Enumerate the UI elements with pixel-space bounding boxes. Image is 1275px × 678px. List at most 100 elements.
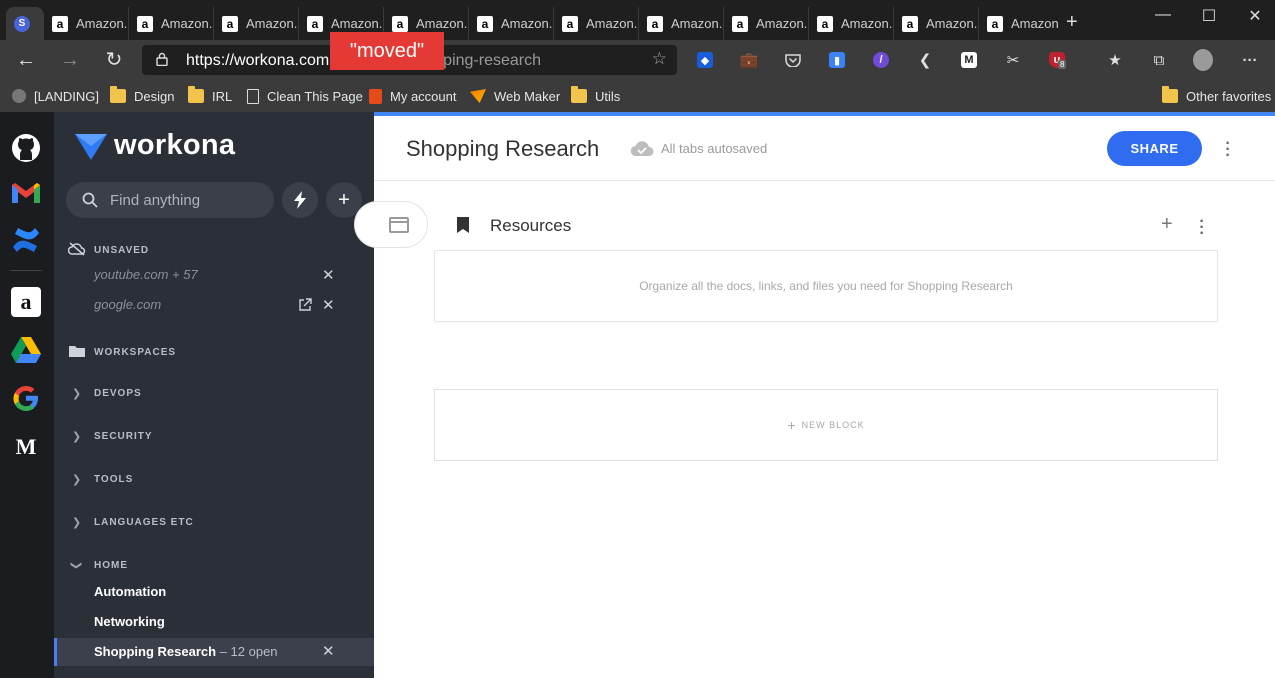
- profile-avatar[interactable]: [1193, 49, 1213, 71]
- google-icon[interactable]: [10, 382, 42, 414]
- amazon-favicon: a: [732, 15, 748, 32]
- forward-button[interactable]: →: [58, 49, 82, 71]
- workspace-networking[interactable]: Networking: [94, 614, 165, 629]
- tab-amazon[interactable]: a Amazon.: [469, 7, 554, 40]
- maximize-button[interactable]: ☐: [1194, 6, 1224, 26]
- chevron-left-ext-icon[interactable]: ❮: [915, 50, 935, 70]
- close-icon[interactable]: ✕: [322, 296, 335, 314]
- bookmark-label: Web Maker: [494, 88, 561, 104]
- chevron-down-icon[interactable]: ❯: [70, 561, 83, 570]
- bookmark-my-account[interactable]: My account: [369, 86, 456, 106]
- webmaker-icon: [470, 89, 486, 103]
- group-tools[interactable]: TOOLS: [94, 474, 133, 485]
- bookmark-label: IRL: [212, 88, 233, 104]
- confluence-icon[interactable]: [10, 224, 42, 256]
- bookmark-irl[interactable]: IRL: [188, 86, 232, 106]
- other-favorites[interactable]: Other favorites: [1162, 86, 1271, 106]
- tab-amazon[interactable]: a Amazon.: [129, 7, 214, 40]
- collections-icon[interactable]: ⧉: [1149, 50, 1169, 70]
- tab-amazon[interactable]: a Amazon.: [639, 7, 724, 40]
- new-block-label: NEW BLOCK: [801, 420, 865, 430]
- bookmark-web-maker[interactable]: Web Maker: [470, 86, 560, 106]
- favorite-star-icon[interactable]: ☆: [652, 49, 667, 69]
- chevron-right-icon[interactable]: ❯: [72, 516, 81, 529]
- tab-amazon[interactable]: a Amazon.: [979, 7, 1059, 40]
- resources-more-icon[interactable]: · · ·: [1197, 214, 1207, 242]
- tab-amazon[interactable]: a Amazon.: [894, 7, 979, 40]
- browser-tabstrip: S a Amazon. a Amazon. a Amazon. a Amazon. aA…: [0, 0, 1275, 40]
- tab-amazon[interactable]: a Amazon.: [724, 7, 809, 40]
- group-devops[interactable]: DEVOPS: [94, 388, 142, 399]
- scissors-icon[interactable]: ✂: [1003, 50, 1023, 70]
- tab-workona[interactable]: S: [6, 7, 44, 40]
- back-button[interactable]: ←: [14, 49, 38, 71]
- page-title[interactable]: Shopping Research: [406, 136, 599, 162]
- tab-amazon[interactable]: a Amazon.: [809, 7, 894, 40]
- chevron-right-icon[interactable]: ❯: [72, 387, 81, 400]
- tab-amazon[interactable]: a Amazon.: [554, 7, 639, 40]
- chevron-right-icon[interactable]: ❯: [72, 473, 81, 486]
- amazon-favicon: a: [987, 15, 1003, 32]
- bitwarden-icon[interactable]: ◆: [695, 50, 715, 70]
- workspace-label: Shopping Research: [94, 644, 217, 659]
- stripes-ext-icon[interactable]: /: [871, 50, 891, 70]
- tab-amazon[interactable]: a Amazon.: [214, 7, 299, 40]
- open-external-icon[interactable]: [298, 298, 312, 312]
- workona-sidebar: workona Find anything + UNSAVED youtube.…: [54, 112, 374, 678]
- tab-amazon[interactable]: a Amazon.: [44, 7, 129, 40]
- reload-button[interactable]: ↻: [102, 49, 126, 71]
- autosave-status: All tabs autosaved: [661, 141, 768, 156]
- search-input[interactable]: Find anything: [66, 182, 274, 218]
- page-icon: [247, 88, 259, 104]
- office-icon: [369, 88, 382, 104]
- bookmark-design[interactable]: Design: [110, 86, 174, 106]
- landing-icon: [12, 89, 26, 103]
- workspace-shopping-research[interactable]: Shopping Research – 12 open ✕: [54, 638, 374, 666]
- cloud-check-icon: [630, 141, 654, 157]
- workspace-automation[interactable]: Automation: [94, 584, 166, 599]
- amazon-icon[interactable]: a: [10, 286, 42, 318]
- briefcase-icon[interactable]: 💼: [739, 50, 759, 70]
- pocket-icon[interactable]: [783, 50, 803, 70]
- m-ext-icon[interactable]: M: [959, 50, 979, 70]
- gmail-icon[interactable]: [10, 177, 42, 209]
- minimize-button[interactable]: —: [1148, 6, 1178, 24]
- new-tab-button[interactable]: +: [1066, 12, 1078, 32]
- share-button[interactable]: SHARE: [1107, 131, 1202, 166]
- bookmark-label: Utils: [595, 88, 621, 104]
- close-icon[interactable]: ✕: [322, 266, 335, 284]
- group-home[interactable]: HOME: [94, 560, 128, 571]
- amazon-favicon: a: [902, 15, 918, 32]
- favorites-list-icon[interactable]: ★: [1105, 50, 1125, 70]
- bookmark-utils[interactable]: Utils: [571, 86, 620, 106]
- github-icon[interactable]: [10, 132, 42, 164]
- google-drive-icon[interactable]: [10, 334, 42, 366]
- chevron-right-icon[interactable]: ❯: [72, 430, 81, 443]
- workona-logo[interactable]: workona: [74, 128, 235, 162]
- new-block-button[interactable]: + NEW BLOCK: [434, 389, 1218, 461]
- resources-title[interactable]: Resources: [490, 216, 571, 236]
- group-languages-etc[interactable]: LANGUAGES ETC: [94, 517, 194, 528]
- tabs-panel-toggle[interactable]: [354, 201, 428, 248]
- bookmark-landing[interactable]: [LANDING]: [12, 86, 99, 106]
- bookmark-ext-icon[interactable]: ▮: [827, 50, 847, 70]
- add-resource-button[interactable]: +: [1161, 213, 1173, 236]
- unsaved-item[interactable]: youtube.com + 57: [94, 267, 198, 282]
- extension-badge: 8: [1058, 60, 1067, 69]
- amazon-favicon: a: [647, 15, 663, 32]
- quick-action-button[interactable]: [282, 182, 318, 218]
- group-security[interactable]: SECURITY: [94, 431, 153, 442]
- workona-logo-text: workona: [114, 128, 236, 161]
- close-window-button[interactable]: ✕: [1240, 6, 1270, 26]
- bookmark-label: Clean This Page: [267, 88, 363, 104]
- ublock-icon[interactable]: u8: [1047, 50, 1067, 70]
- close-icon[interactable]: ✕: [322, 642, 335, 660]
- more-menu-icon[interactable]: ···: [1240, 50, 1260, 70]
- unsaved-item[interactable]: google.com: [94, 297, 161, 312]
- more-options-icon[interactable]: · · ·: [1223, 136, 1233, 164]
- bookmark-clean-this-page[interactable]: Clean This Page: [247, 86, 363, 106]
- resources-dropzone[interactable]: Organize all the docs, links, and files …: [434, 250, 1218, 322]
- medium-icon[interactable]: M: [10, 431, 42, 463]
- tab-label: Amazon.: [756, 16, 808, 31]
- folder-icon: [1162, 86, 1178, 103]
